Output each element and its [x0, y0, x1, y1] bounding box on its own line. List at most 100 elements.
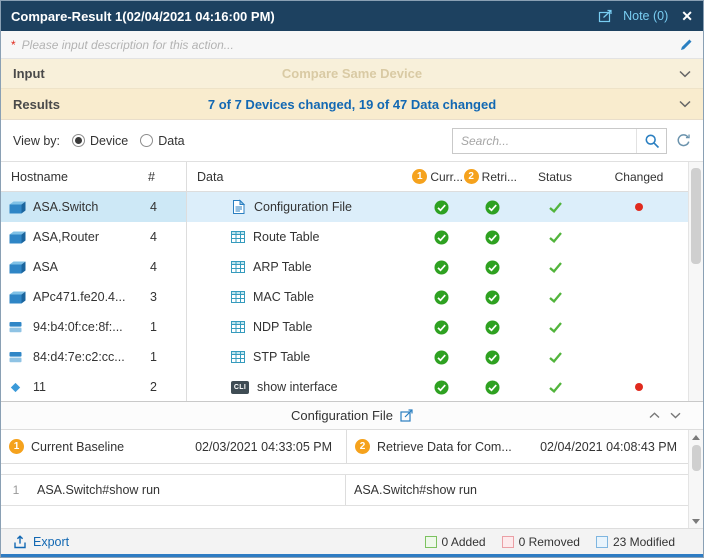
view-bar: View by: Device Data — [1, 120, 703, 162]
scroll-down-icon[interactable] — [689, 514, 703, 528]
device-row[interactable]: APc471.fe20.4...3 — [1, 282, 186, 312]
device-row[interactable]: ASA4 — [1, 252, 186, 282]
data-table-header: Data 1 Curr... 2 Retri... Status Changed — [187, 162, 703, 192]
data-row[interactable]: STP Table — [187, 342, 703, 372]
device-change-count: 1 — [150, 350, 186, 364]
modified-color-swatch — [596, 536, 608, 548]
device-row[interactable]: 94:b4:0f:ce:8f:...1 — [1, 312, 186, 342]
retrieve-status-cell — [467, 380, 517, 395]
status-cell — [517, 352, 593, 363]
data-row[interactable]: MAC Table — [187, 282, 703, 312]
success-check-icon — [485, 200, 500, 215]
changed-column-header: Changed — [593, 170, 685, 184]
unknown-device-icon — [9, 381, 27, 394]
results-section-header[interactable]: Results 7 of 7 Devices changed, 19 of 47… — [1, 89, 703, 120]
changed-cell — [593, 203, 685, 211]
search-icon[interactable] — [636, 129, 666, 153]
diff-area: 1 ASA.Switch#show run ASA.Switch#show ru… — [1, 464, 703, 528]
device-hostname: ASA,Router — [33, 230, 150, 244]
title-bar: Compare-Result 1(02/04/2021 04:16:00 PM)… — [1, 1, 703, 31]
current-status-cell — [415, 230, 467, 245]
search-input[interactable] — [453, 129, 636, 153]
added-color-swatch — [425, 536, 437, 548]
hostname-column-header: Hostname — [1, 170, 148, 184]
detail-scrollbar-thumb[interactable] — [692, 445, 701, 471]
baseline2-label: Retrieve Data for Com... — [377, 440, 512, 454]
note-button[interactable]: Note (0) — [623, 9, 668, 23]
collapse-up-icon[interactable] — [649, 412, 660, 419]
detail-scrollbar[interactable] — [688, 430, 703, 528]
data-row[interactable]: NDP Table — [187, 312, 703, 342]
radio-data[interactable]: Data — [140, 134, 184, 148]
device-change-count: 4 — [150, 260, 186, 274]
external-link-icon[interactable] — [400, 409, 413, 422]
device-row[interactable]: ASA.Switch4 — [1, 192, 186, 222]
current-status-cell — [415, 260, 467, 275]
retrieve-status-cell — [467, 200, 517, 215]
current-status-cell — [415, 290, 467, 305]
status-check-icon — [549, 322, 562, 333]
popout-icon[interactable] — [598, 9, 614, 23]
status-check-icon — [549, 352, 562, 363]
status-check-icon — [549, 292, 562, 303]
table-scrollbar[interactable] — [688, 162, 703, 401]
close-icon[interactable]: ✕ — [681, 9, 693, 23]
data-column-header: Data — [187, 170, 412, 184]
status-cell — [517, 382, 593, 393]
results-section-label: Results — [13, 97, 60, 112]
device-row[interactable]: 84:d4:7e:c2:cc...1 — [1, 342, 186, 372]
success-check-icon — [485, 290, 500, 305]
config-file-icon — [231, 199, 246, 215]
baseline1-label: Current Baseline — [31, 440, 124, 454]
edit-pencil-icon[interactable] — [680, 38, 693, 51]
legend-added: 0 Added — [425, 535, 486, 549]
data-row[interactable]: Route Table — [187, 222, 703, 252]
scroll-up-icon[interactable] — [689, 430, 703, 444]
detail-panel-header: Configuration File — [1, 402, 703, 430]
device-hostname: APc471.fe20.4... — [33, 290, 150, 304]
current-status-cell — [415, 380, 467, 395]
data-row[interactable]: Configuration File — [187, 192, 703, 222]
retrieve-status-cell — [467, 350, 517, 365]
table-scrollbar-thumb[interactable] — [691, 168, 701, 264]
device-change-count: 1 — [150, 320, 186, 334]
device-table: Hostname # ASA.Switch4ASA,Router4ASA4APc… — [1, 162, 187, 401]
footer-bar: Export 0 Added 0 Removed 23 Modified — [1, 528, 703, 554]
baseline2-timestamp: 02/04/2021 04:08:43 PM — [540, 440, 677, 454]
current-column-header: Curr... — [430, 170, 463, 184]
data-label: show interface — [257, 380, 338, 394]
baseline2-badge: 2 — [355, 439, 370, 454]
status-check-icon — [549, 202, 562, 213]
baseline-row: 1 Current Baseline 02/03/2021 04:33:05 P… — [1, 430, 703, 464]
access-point-icon — [9, 291, 27, 304]
device-hostname: ASA.Switch — [33, 200, 150, 214]
refresh-icon[interactable] — [676, 133, 691, 148]
device-row[interactable]: ASA,Router4 — [1, 222, 186, 252]
input-section-value: Compare Same Device — [282, 66, 422, 81]
dialog-title: Compare-Result 1(02/04/2021 04:16:00 PM) — [11, 9, 275, 24]
baseline1-badge: 1 — [412, 169, 427, 184]
data-table: Data 1 Curr... 2 Retri... Status Changed… — [187, 162, 703, 401]
description-input[interactable] — [20, 37, 680, 53]
status-cell — [517, 202, 593, 213]
diff-right-text: ASA.Switch#show run — [346, 475, 703, 505]
data-row[interactable]: CLIshow interface — [187, 372, 703, 402]
data-row[interactable]: ARP Table — [187, 252, 703, 282]
chevron-down-icon[interactable] — [679, 100, 691, 108]
data-table-body: Configuration FileRoute TableARP Table MA… — [187, 192, 703, 402]
changed-indicator-icon — [635, 383, 643, 391]
collapse-down-icon[interactable] — [670, 412, 681, 419]
radio-data-icon[interactable] — [140, 134, 153, 147]
device-table-header: Hostname # — [1, 162, 186, 192]
success-check-icon — [434, 260, 449, 275]
export-button[interactable]: Export — [13, 535, 69, 549]
data-label: MAC Table — [253, 290, 314, 304]
radio-device[interactable]: Device — [72, 134, 128, 148]
device-row[interactable]: 112 — [1, 372, 186, 402]
device-hostname: ASA — [33, 260, 150, 274]
count-column-header: # — [148, 170, 186, 184]
legend-removed: 0 Removed — [502, 535, 580, 549]
radio-device-icon[interactable] — [72, 134, 85, 147]
input-section-header[interactable]: Input Compare Same Device — [1, 59, 703, 89]
chevron-down-icon[interactable] — [679, 70, 691, 78]
